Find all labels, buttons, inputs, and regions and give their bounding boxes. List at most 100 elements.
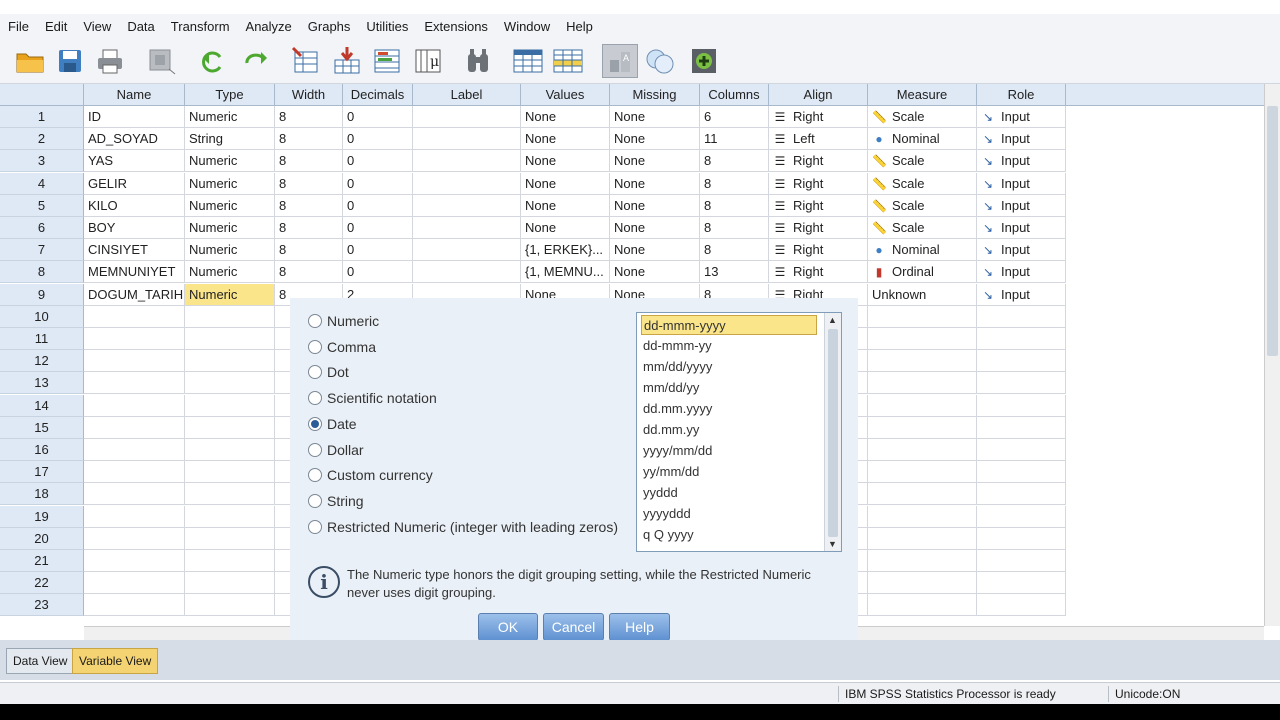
- cell-role[interactable]: ↘ Input: [977, 172, 1066, 195]
- radio-option[interactable]: Date: [308, 414, 357, 434]
- cell-align[interactable]: ☰ Right: [769, 172, 868, 195]
- value-labels-icon[interactable]: [642, 44, 678, 78]
- list-item[interactable]: dd-mmm-yy: [641, 336, 817, 356]
- menu-edit[interactable]: Edit: [37, 19, 75, 34]
- weight-cases-icon[interactable]: A: [602, 44, 638, 78]
- cell-role[interactable]: ↘ Input: [977, 217, 1066, 239]
- cell-align[interactable]: ☰ Left: [769, 128, 868, 151]
- menu-transform[interactable]: Transform: [163, 19, 238, 34]
- radio-button[interactable]: [308, 416, 322, 431]
- cell-role[interactable]: [977, 483, 1066, 506]
- cell-measure[interactable]: [868, 527, 977, 550]
- cell-type[interactable]: [185, 550, 275, 572]
- cell-width[interactable]: 8: [275, 128, 343, 151]
- radio-option[interactable]: Scientific notation: [308, 388, 437, 408]
- cell-decimals[interactable]: 0: [343, 128, 413, 151]
- cell-decimals[interactable]: 0: [343, 194, 413, 217]
- cell-missing[interactable]: None: [610, 172, 700, 195]
- cell-role[interactable]: [977, 594, 1066, 617]
- menu-window[interactable]: Window: [496, 19, 558, 34]
- cell-columns[interactable]: 8: [700, 194, 769, 217]
- header-label[interactable]: Label: [413, 84, 521, 106]
- cell-name[interactable]: ID: [84, 106, 185, 128]
- tab-data-view[interactable]: Data View: [6, 648, 75, 674]
- cell-label[interactable]: [413, 150, 521, 173]
- cell-measure[interactable]: [868, 439, 977, 461]
- cell-width[interactable]: 8: [275, 217, 343, 239]
- cell-columns[interactable]: 8: [700, 217, 769, 239]
- cell-name[interactable]: AD_SOYAD: [84, 128, 185, 151]
- cell-width[interactable]: 8: [275, 150, 343, 173]
- cell-decimals[interactable]: 0: [343, 172, 413, 195]
- cell-measure[interactable]: [868, 394, 977, 417]
- cell-width[interactable]: 8: [275, 172, 343, 195]
- cell-type[interactable]: [185, 483, 275, 506]
- cell-measure[interactable]: [868, 483, 977, 506]
- cell-measure[interactable]: [868, 372, 977, 395]
- scroll-thumb[interactable]: [1267, 106, 1278, 356]
- cell-name[interactable]: [84, 527, 185, 550]
- row-number[interactable]: 21: [0, 550, 84, 572]
- cell-name[interactable]: [84, 550, 185, 572]
- cell-type[interactable]: Numeric: [185, 150, 275, 173]
- cell-measure[interactable]: [868, 328, 977, 350]
- cancel-button[interactable]: Cancel: [543, 613, 604, 641]
- cell-missing[interactable]: None: [610, 194, 700, 217]
- tab-variable-view[interactable]: Variable View: [72, 648, 159, 674]
- cell-missing[interactable]: None: [610, 261, 700, 284]
- radio-option[interactable]: Comma: [308, 337, 376, 357]
- cell-role[interactable]: ↘ Input: [977, 283, 1066, 306]
- use-variable-sets-icon[interactable]: [686, 44, 722, 78]
- cell-name[interactable]: [84, 483, 185, 506]
- cell-type[interactable]: Numeric: [185, 283, 275, 306]
- cell-type[interactable]: [185, 572, 275, 595]
- cell-type[interactable]: String: [185, 128, 275, 151]
- cell-name[interactable]: [84, 305, 185, 328]
- cell-type[interactable]: Numeric: [185, 217, 275, 239]
- cell-type[interactable]: [185, 527, 275, 550]
- cell-measure[interactable]: 📏 Scale: [868, 217, 977, 239]
- menu-analyze[interactable]: Analyze: [238, 19, 300, 34]
- cell-columns[interactable]: 6: [700, 106, 769, 128]
- cell-values[interactable]: None: [521, 217, 610, 239]
- cell-type[interactable]: [185, 305, 275, 328]
- list-item[interactable]: yy/mm/dd: [641, 462, 817, 482]
- help-button[interactable]: Help: [609, 613, 670, 641]
- cell-measure[interactable]: 📏 Scale: [868, 150, 977, 173]
- cell-role[interactable]: [977, 350, 1066, 373]
- cell-measure[interactable]: 📏 Scale: [868, 194, 977, 217]
- cell-name[interactable]: [84, 394, 185, 417]
- list-item[interactable]: mm/dd/yy: [641, 378, 817, 398]
- cell-label[interactable]: [413, 106, 521, 128]
- cell-measure[interactable]: [868, 572, 977, 595]
- list-item[interactable]: yyyyddd: [641, 504, 817, 524]
- cell-role[interactable]: [977, 505, 1066, 528]
- row-number[interactable]: 15: [0, 416, 84, 439]
- menu-file[interactable]: File: [0, 19, 37, 34]
- cell-align[interactable]: ☰ Right: [769, 217, 868, 239]
- radio-option[interactable]: Numeric: [308, 311, 379, 331]
- cell-measure[interactable]: Unknown: [868, 283, 977, 306]
- row-number[interactable]: 11: [0, 328, 84, 350]
- radio-button[interactable]: [308, 442, 322, 457]
- vertical-scrollbar[interactable]: [1264, 84, 1280, 626]
- list-item[interactable]: dd.mm.yy: [641, 420, 817, 440]
- cell-role[interactable]: ↘ Input: [977, 150, 1066, 173]
- open-icon[interactable]: [12, 44, 48, 78]
- cell-measure[interactable]: [868, 550, 977, 572]
- menu-help[interactable]: Help: [558, 19, 601, 34]
- cell-name[interactable]: YAS: [84, 150, 185, 173]
- cell-decimals[interactable]: 0: [343, 239, 413, 262]
- row-number[interactable]: 2: [0, 128, 84, 151]
- radio-button[interactable]: [308, 365, 322, 380]
- cell-role[interactable]: [977, 527, 1066, 550]
- cell-width[interactable]: 8: [275, 261, 343, 284]
- cell-type[interactable]: [185, 416, 275, 439]
- menu-extensions[interactable]: Extensions: [416, 19, 496, 34]
- radio-button[interactable]: [308, 391, 322, 406]
- cell-width[interactable]: 8: [275, 106, 343, 128]
- row-number[interactable]: 16: [0, 439, 84, 461]
- row-number[interactable]: 17: [0, 461, 84, 484]
- row-number[interactable]: 13: [0, 372, 84, 395]
- radio-button[interactable]: [308, 519, 322, 534]
